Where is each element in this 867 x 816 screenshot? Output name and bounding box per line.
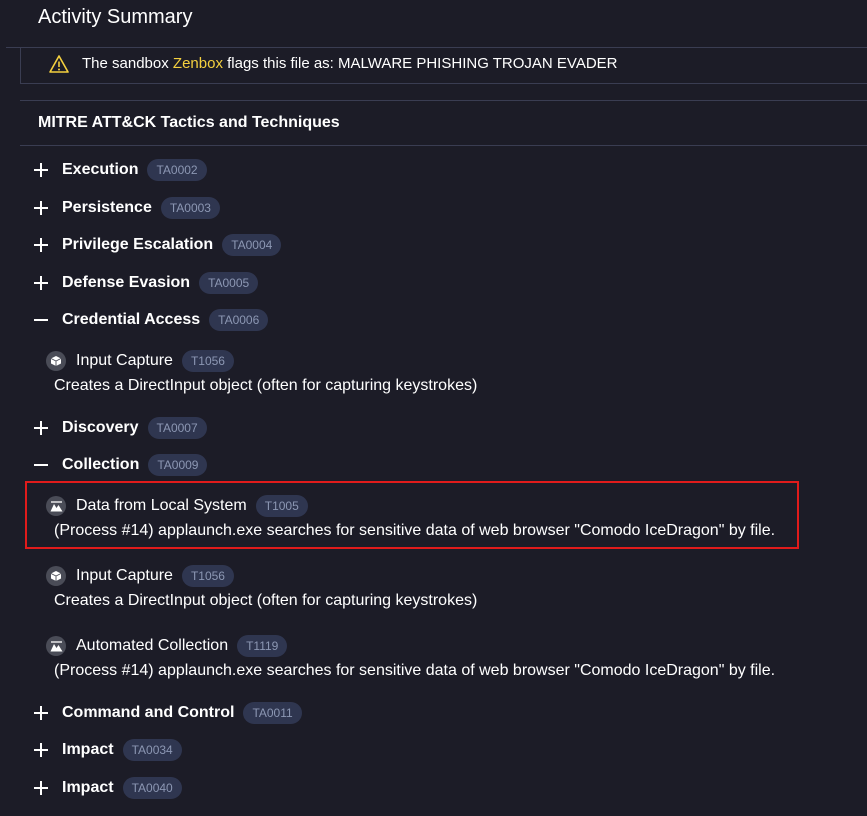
tactic-id-badge: TA0004 [222, 234, 282, 256]
tactic-id-badge: TA0034 [122, 739, 182, 761]
collapse-minus-icon[interactable] [32, 311, 50, 329]
sandbox-flag-banner: The sandbox Zenbox flags this file as: M… [20, 48, 867, 84]
cube-icon [46, 351, 66, 371]
tactic-id-badge: TA0007 [147, 417, 207, 439]
tactic-id-badge: TA0011 [243, 702, 302, 724]
collapse-minus-icon[interactable] [32, 456, 50, 474]
tactic-credential-access[interactable]: Credential Access TA0006 [32, 308, 269, 332]
expand-plus-icon[interactable] [32, 704, 50, 722]
divider [20, 100, 867, 101]
tactic-name: Impact [62, 741, 114, 758]
expand-plus-icon[interactable] [32, 161, 50, 179]
cube-icon [46, 566, 66, 586]
technique-item: Automated Collection T1119 (Process #14)… [46, 634, 775, 679]
technique-id-badge: T1056 [181, 350, 234, 372]
warning-icon [49, 55, 69, 73]
tactic-id-badge: TA0003 [160, 197, 220, 219]
tactic-name: Privilege Escalation [62, 236, 214, 253]
expand-plus-icon[interactable] [32, 199, 50, 217]
page-title: Activity Summary [38, 6, 193, 28]
tactic-collection[interactable]: Collection TA0009 [32, 453, 208, 477]
technique-description: (Process #14) applaunch.exe searches for… [54, 662, 776, 679]
tactic-name: Defense Evasion [62, 274, 191, 291]
tactic-name: Persistence [62, 199, 152, 216]
tactic-id-badge: TA0040 [122, 777, 182, 799]
expand-plus-icon[interactable] [32, 419, 50, 437]
tactic-name: Discovery [62, 419, 139, 436]
tactic-command-and-control[interactable]: Command and Control TA0011 [32, 701, 302, 725]
tactic-id-badge: TA0005 [199, 272, 259, 294]
sandbox-name-link[interactable]: Zenbox [173, 55, 223, 72]
highlight-annotation-box [25, 481, 799, 549]
technique-description: Creates a DirectInput object (often for … [54, 377, 478, 394]
tactic-name: Command and Control [62, 704, 235, 721]
expand-plus-icon[interactable] [32, 779, 50, 797]
tactic-privilege-escalation[interactable]: Privilege Escalation TA0004 [32, 233, 282, 257]
mitre-heading: MITRE ATT&CK Tactics and Techniques [38, 114, 340, 131]
expand-plus-icon[interactable] [32, 274, 50, 292]
activity-summary-page: Activity Summary The sandbox Zenbox flag… [0, 0, 867, 816]
expand-plus-icon[interactable] [32, 741, 50, 759]
tactic-persistence[interactable]: Persistence TA0003 [32, 196, 220, 220]
tactic-defense-evasion[interactable]: Defense Evasion TA0005 [32, 271, 259, 295]
technique-id-badge: T1056 [181, 565, 234, 587]
technique-description: Creates a DirectInput object (often for … [54, 592, 478, 609]
tactic-name: Execution [62, 161, 139, 178]
technique-id-badge: T1119 [237, 635, 288, 657]
technique-item: Input Capture T1056 Creates a DirectInpu… [46, 349, 477, 394]
technique-name[interactable]: Automated Collection [76, 637, 228, 655]
expand-plus-icon[interactable] [32, 236, 50, 254]
tactic-impact[interactable]: Impact TA0040 [32, 776, 182, 800]
technique-name[interactable]: Input Capture [76, 567, 173, 585]
tactic-execution[interactable]: Execution TA0002 [32, 158, 207, 182]
flag-suffix: flags this file as: MALWARE PHISHING TRO… [227, 55, 618, 72]
flag-prefix: The sandbox [82, 55, 169, 72]
technique-name[interactable]: Input Capture [76, 352, 173, 370]
tactic-id-badge: TA0006 [209, 309, 269, 331]
mountain-icon [46, 636, 66, 656]
tactic-name: Impact [62, 779, 114, 796]
tactic-id-badge: TA0002 [147, 159, 207, 181]
technique-item: Input Capture T1056 Creates a DirectInpu… [46, 564, 477, 609]
tactic-discovery[interactable]: Discovery TA0007 [32, 416, 207, 440]
tactic-name: Credential Access [62, 311, 201, 328]
tactic-id-badge: TA0009 [148, 454, 208, 476]
tactic-impact[interactable]: Impact TA0034 [32, 738, 182, 762]
divider [20, 145, 867, 146]
tactic-name: Collection [62, 456, 140, 473]
sandbox-flag-text: The sandbox Zenbox flags this file as: M… [82, 55, 618, 72]
